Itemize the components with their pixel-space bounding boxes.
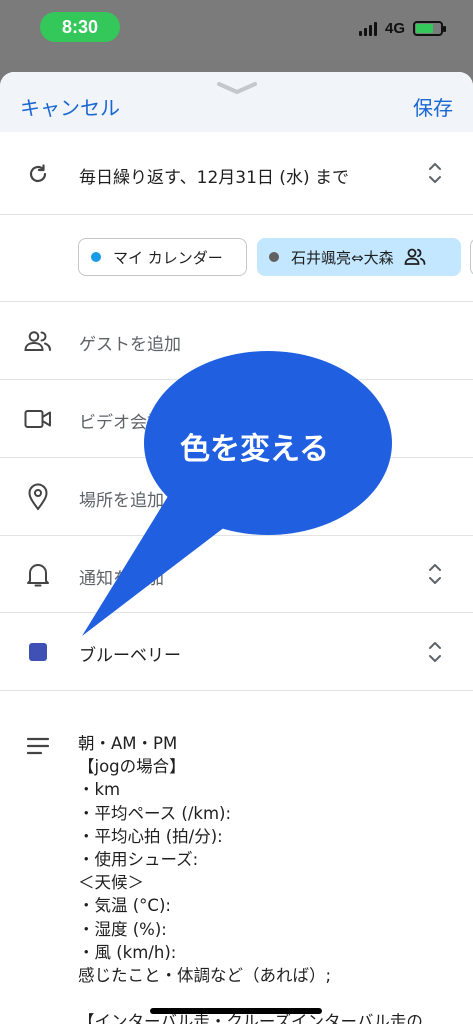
chip-my-calendar[interactable]: マイ カレンダー	[78, 238, 247, 276]
status-indicators: 4G	[358, 20, 446, 37]
cancel-button[interactable]: キャンセル	[20, 92, 120, 121]
description-field[interactable]: 朝・AM・PM 【jogの場合】 ・km ・平均ペース (/km): ・平均心拍…	[78, 732, 423, 1024]
video-icon	[24, 405, 52, 433]
color-row[interactable]: ブルーベリー	[0, 613, 473, 691]
calendar-chips-row: マイ カレンダー 石井颯亮⇔大森	[0, 215, 473, 302]
battery-icon	[413, 21, 446, 36]
sheet-header: キャンセル 保存	[0, 72, 473, 132]
refresh-icon	[24, 160, 52, 188]
people-icon	[404, 248, 425, 265]
location-pin-icon	[24, 483, 52, 511]
home-indicator	[150, 1008, 322, 1014]
repeat-row[interactable]: 毎日繰り返す、12月31日 (水) まで	[0, 132, 473, 215]
up-down-chevron-icon[interactable]	[427, 638, 443, 666]
status-bar: 8:30 4G	[0, 0, 473, 62]
chip-label: マイ カレンダー	[113, 248, 223, 267]
up-down-chevron-icon[interactable]	[427, 560, 443, 588]
color-swatch-icon	[24, 638, 52, 666]
signal-icon	[358, 21, 377, 36]
guests-row[interactable]: ゲストを追加	[0, 302, 473, 380]
event-edit-sheet: キャンセル 保存 毎日繰り返す、12月31日 (水) まで マイ カレンダー 石…	[0, 72, 473, 1024]
people-icon	[24, 327, 52, 355]
up-down-chevron-icon[interactable]	[427, 159, 443, 187]
save-button[interactable]: 保存	[413, 92, 453, 121]
notification-row[interactable]: 通知を追加	[0, 536, 473, 613]
annotation-text: 色を変える	[180, 432, 330, 467]
chip-label: 石井颯亮⇔大森	[291, 248, 394, 267]
location-label: 場所を追加	[79, 491, 164, 511]
clock-time: 8:30	[40, 12, 120, 42]
color-label: ブルーベリー	[79, 646, 181, 666]
video-label: ビデオ会議	[79, 413, 164, 433]
notification-label: 通知を追加	[79, 569, 164, 589]
chevron-down-icon[interactable]	[216, 80, 258, 96]
location-row[interactable]: 場所を追加	[0, 458, 473, 536]
calendar-color-dot	[269, 252, 279, 262]
guests-label: ゲストを追加	[79, 335, 181, 355]
bell-icon	[24, 561, 52, 589]
calendar-color-dot	[91, 252, 101, 262]
network-type: 4G	[384, 20, 405, 37]
chip-shared-calendar[interactable]: 石井颯亮⇔大森	[257, 238, 461, 276]
repeat-label: 毎日繰り返す、12月31日 (水) まで	[79, 168, 349, 188]
notes-icon	[24, 732, 52, 760]
